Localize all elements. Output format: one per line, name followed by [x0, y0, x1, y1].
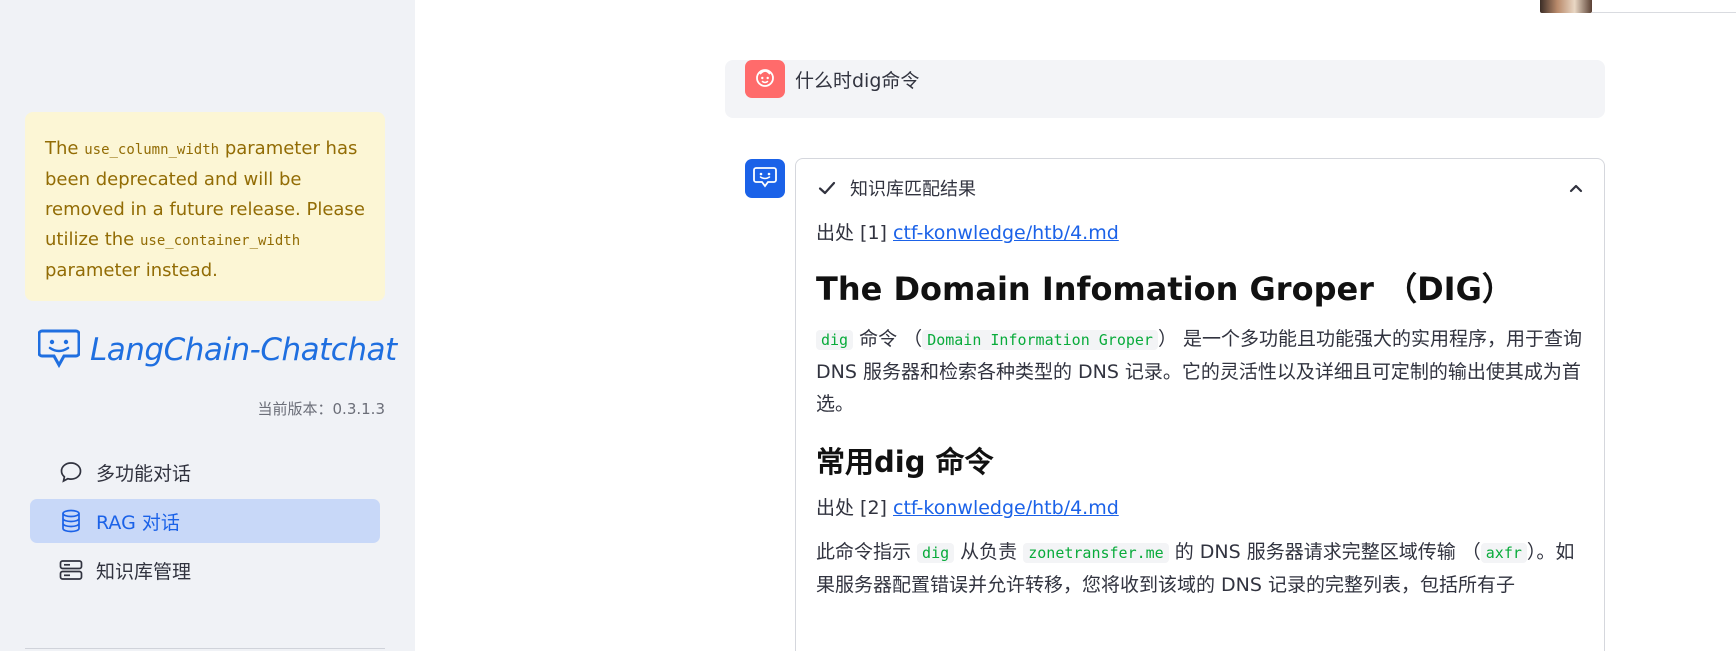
server-stack-icon — [58, 557, 84, 583]
version-label: 当前版本：0.3.1.3 — [257, 400, 385, 418]
inline-code: zonetransfer.me — [1023, 543, 1169, 563]
app-logo: LangChain-Chatchat — [37, 328, 397, 372]
nav-item-kb-manage[interactable]: 知识库管理 — [30, 548, 380, 592]
source-link[interactable]: ctf-konwledge/htb/4.md — [893, 497, 1119, 519]
user-avatar — [745, 60, 785, 98]
warning-code: use_column_width — [84, 142, 220, 158]
check-icon — [816, 177, 838, 199]
paragraph-text: 的 DNS 服务器请求完整区域传输 （ — [1168, 541, 1481, 563]
knowledge-result-expander: 知识库匹配结果 出处 [1] ctf-konwledge/htb/4.md Th… — [795, 158, 1605, 651]
result-subheading: 常用dig 命令 — [816, 445, 994, 479]
result-paragraph: 此命令指示 dig 从负责 zonetransfer.me 的 DNS 服务器请… — [816, 536, 1586, 601]
database-icon — [58, 508, 84, 534]
sidebar-divider — [25, 648, 385, 649]
profile-avatar[interactable] — [1540, 0, 1592, 13]
inline-code: axfr — [1480, 543, 1527, 563]
nav-item-label: 多功能对话 — [96, 462, 192, 485]
source-line: 出处 [2] ctf-konwledge/htb/4.md — [816, 494, 1586, 522]
source-prefix: 出处 [1] — [816, 222, 887, 244]
result-heading: The Domain Infomation Groper （DIG） — [816, 270, 1514, 308]
source-line: 出处 [1] ctf-konwledge/htb/4.md — [816, 219, 1586, 247]
assistant-avatar — [745, 159, 785, 198]
chat-bubble-icon — [58, 459, 84, 485]
paragraph-text: 命令 （ — [853, 328, 923, 350]
chat-logo-icon — [37, 328, 81, 372]
user-message-text: 什么时dig命令 — [795, 70, 920, 92]
chevron-up-icon[interactable] — [1566, 178, 1586, 198]
bot-chat-icon — [753, 166, 777, 192]
logo-text: LangChain-Chatchat — [90, 332, 397, 368]
expander-title: 知识库匹配结果 — [850, 179, 976, 200]
inline-code: dig — [917, 543, 955, 563]
sidebar: The use_column_width parameter has been … — [0, 0, 415, 651]
user-face-icon — [754, 66, 776, 92]
source-prefix: 出处 [2] — [816, 497, 887, 519]
warning-text: The — [45, 138, 79, 159]
deprecation-warning: The use_column_width parameter has been … — [25, 112, 385, 301]
result-content: 出处 [1] ctf-konwledge/htb/4.md The Domain… — [816, 219, 1586, 601]
inline-code: dig — [816, 330, 854, 350]
paragraph-text: 从负责 — [954, 541, 1024, 563]
header-divider — [1592, 12, 1736, 13]
warning-code: use_container_width — [140, 233, 301, 249]
source-link[interactable]: ctf-konwledge/htb/4.md — [893, 222, 1119, 244]
nav-item-rag-chat[interactable]: RAG 对话 — [30, 499, 380, 543]
nav-item-label: 知识库管理 — [96, 560, 192, 583]
app-window: The use_column_width parameter has been … — [0, 0, 1736, 651]
nav-item-multi-chat[interactable]: 多功能对话 — [30, 450, 380, 494]
paragraph-text: 此命令指示 — [816, 541, 918, 563]
warning-text: parameter instead. — [45, 260, 218, 281]
inline-code: Domain Information Groper — [922, 330, 1158, 350]
nav-item-label: RAG 对话 — [96, 511, 180, 534]
result-paragraph: dig 命令 （Domain Information Groper） 是一个多功… — [816, 323, 1586, 420]
expander-header[interactable]: 知识库匹配结果 — [816, 173, 1586, 203]
